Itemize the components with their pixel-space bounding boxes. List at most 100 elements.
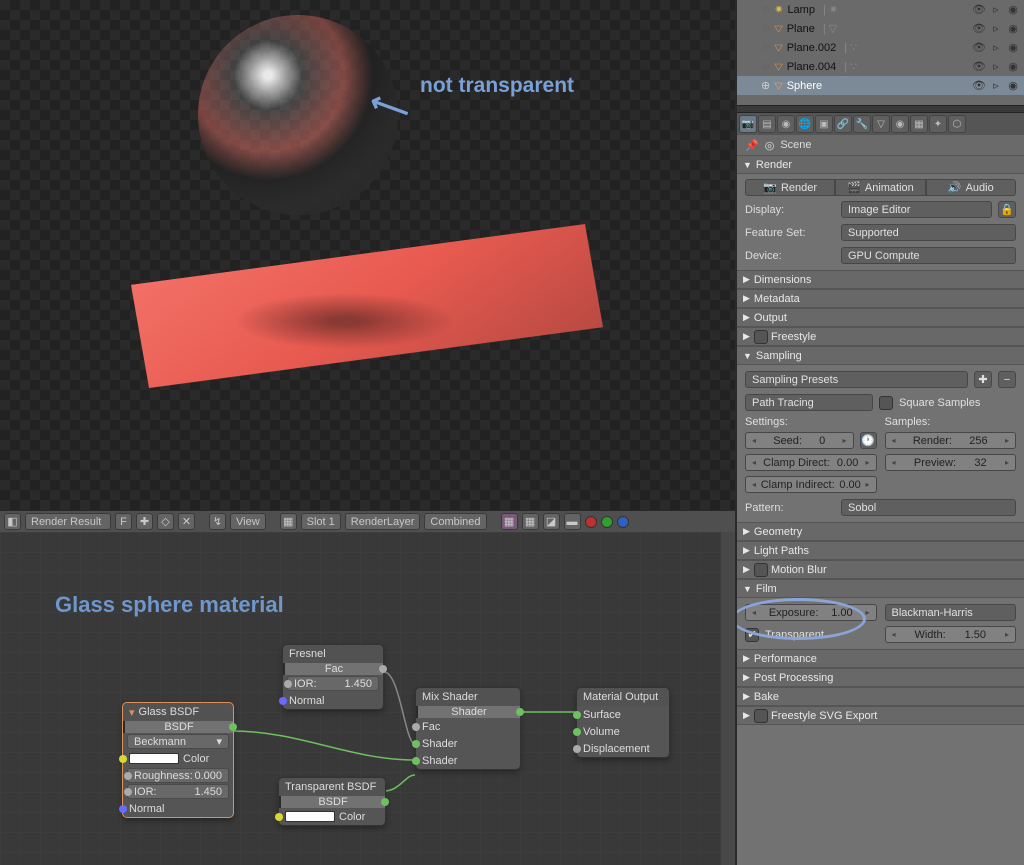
socket-out[interactable] <box>379 665 387 673</box>
channel-rgb-button[interactable]: ▦ <box>522 513 539 530</box>
panel-header-geometry[interactable]: ▶Geometry <box>737 522 1024 541</box>
tab-constraints[interactable]: 🔗 <box>834 115 852 133</box>
outliner-item-lamp[interactable]: ⊕✷Lamp| ✷ 👁▹◉ <box>737 0 1024 19</box>
render-icon[interactable]: ◉ <box>1006 3 1020 16</box>
socket-in[interactable] <box>119 755 127 763</box>
transparent-checkbox[interactable]: ✔ <box>745 628 759 642</box>
panel-header-output[interactable]: ▶Output <box>737 308 1024 327</box>
tab-render[interactable]: 📷 <box>739 115 757 133</box>
panel-header-metadata[interactable]: ▶Metadata <box>737 289 1024 308</box>
ior-value[interactable]: 1.450 <box>194 786 222 798</box>
socket-in[interactable] <box>412 723 420 731</box>
tab-render-layers[interactable]: ▤ <box>758 115 776 133</box>
audio-button[interactable]: 🔊Audio <box>926 179 1016 196</box>
freestyle-checkbox[interactable] <box>754 330 768 344</box>
panel-header-sampling[interactable]: ▼Sampling <box>737 346 1024 365</box>
node-glass-bsdf[interactable]: ▾Glass BSDF BSDF Beckmann▾ Color Roughne… <box>122 702 234 818</box>
tab-modifiers[interactable]: 🔧 <box>853 115 871 133</box>
color-swatch[interactable] <box>285 811 335 822</box>
select-icon[interactable]: ▹ <box>989 79 1003 92</box>
visibility-icon[interactable]: 👁 <box>972 41 986 54</box>
render-viewport[interactable]: not transparent ⟵ <box>0 0 735 510</box>
clamp-direct-field[interactable]: ◂Clamp Direct:0.00▸ <box>745 454 877 471</box>
socket-in[interactable] <box>119 805 127 813</box>
outliner-item-plane004[interactable]: ⊕▽Plane.004| ∵ 👁▹◉ <box>737 57 1024 76</box>
slot-dropdown[interactable]: Slot 1 <box>301 513 341 530</box>
seed-field[interactable]: ◂Seed:0▸ <box>745 432 854 449</box>
presets-dropdown[interactable]: Sampling Presets <box>745 371 968 388</box>
node-fresnel[interactable]: Fresnel Fac IOR:1.450 Normal <box>282 644 384 710</box>
socket-in[interactable] <box>573 728 581 736</box>
render-icon[interactable]: ◉ <box>1006 79 1020 92</box>
socket-out[interactable] <box>381 798 389 806</box>
panel-header-freestyle[interactable]: ▶ Freestyle <box>737 327 1024 346</box>
exposure-field[interactable]: ◂Exposure:1.00▸ <box>745 604 877 621</box>
select-icon[interactable]: ▹ <box>989 3 1003 16</box>
preset-add-button[interactable]: ✚ <box>974 371 992 388</box>
outliner-item-plane002[interactable]: ⊕▽Plane.002| ∵ 👁▹◉ <box>737 38 1024 57</box>
panel-header-performance[interactable]: ▶Performance <box>737 649 1024 668</box>
seed-clock-button[interactable]: 🕐 <box>860 432 877 449</box>
tab-texture[interactable]: ▦ <box>910 115 928 133</box>
device-dropdown[interactable]: GPU Compute <box>841 247 1016 264</box>
preset-remove-button[interactable]: − <box>998 371 1016 388</box>
socket-in[interactable] <box>124 772 132 780</box>
socket-in[interactable] <box>279 697 287 705</box>
filter-dropdown[interactable]: Blackman-Harris <box>885 604 1017 621</box>
distribution-dropdown[interactable]: Beckmann <box>134 736 186 748</box>
tab-scene[interactable]: ◉ <box>777 115 795 133</box>
panel-header-motionblur[interactable]: ▶ Motion Blur <box>737 560 1024 579</box>
cursor-icon[interactable]: ↯ <box>209 513 226 530</box>
render-icon[interactable]: ◉ <box>1006 41 1020 54</box>
display-dropdown[interactable]: Image Editor <box>841 201 992 218</box>
select-icon[interactable]: ▹ <box>989 22 1003 35</box>
integrator-dropdown[interactable]: Path Tracing <box>745 394 873 411</box>
outliner-item-sphere[interactable]: ⊕▽Sphere 👁▹◉ <box>737 76 1024 95</box>
socket-in[interactable] <box>573 745 581 753</box>
render-result-dropdown[interactable]: Render Result <box>25 513 111 530</box>
socket-in[interactable] <box>412 757 420 765</box>
panel-header-render[interactable]: ▼Render <box>737 155 1024 174</box>
freestylesvg-checkbox[interactable] <box>754 709 768 723</box>
preview-samples-field[interactable]: ◂Preview:32▸ <box>885 454 1017 471</box>
pass-dropdown[interactable]: Combined <box>424 513 486 530</box>
pin-button[interactable]: ◇ <box>157 513 174 530</box>
tab-material[interactable]: ◉ <box>891 115 909 133</box>
visibility-icon[interactable]: 👁 <box>972 3 986 16</box>
channel-rgba-button[interactable]: ▦ <box>501 513 518 530</box>
select-icon[interactable]: ▹ <box>989 60 1003 73</box>
channel-b-button[interactable] <box>617 516 629 528</box>
renderlayer-dropdown[interactable]: RenderLayer <box>345 513 421 530</box>
panel-header-film[interactable]: ▼Film <box>737 579 1024 598</box>
tab-object[interactable]: ▣ <box>815 115 833 133</box>
tab-data[interactable]: ▽ <box>872 115 890 133</box>
visibility-icon[interactable]: 👁 <box>972 79 986 92</box>
render-icon[interactable]: ◉ <box>1006 22 1020 35</box>
socket-in[interactable] <box>573 711 581 719</box>
panel-header-bake[interactable]: ▶Bake <box>737 687 1024 706</box>
node-mix-shader[interactable]: Mix Shader Shader Fac Shader Shader <box>415 687 521 770</box>
socket-out[interactable] <box>229 723 237 731</box>
visibility-icon[interactable]: 👁 <box>972 22 986 35</box>
color-swatch[interactable] <box>129 753 179 764</box>
width-field[interactable]: ◂Width:1.50▸ <box>885 626 1017 643</box>
panel-header-postprocessing[interactable]: ▶Post Processing <box>737 668 1024 687</box>
lock-button[interactable]: 🔒 <box>998 201 1016 218</box>
channel-g-button[interactable] <box>601 516 613 528</box>
motionblur-checkbox[interactable] <box>754 563 768 577</box>
socket-in[interactable] <box>412 740 420 748</box>
panel-header-lightpaths[interactable]: ▶Light Paths <box>737 541 1024 560</box>
tab-world[interactable]: 🌐 <box>796 115 814 133</box>
render-samples-field[interactable]: ◂Render:256▸ <box>885 432 1017 449</box>
tab-particles[interactable]: ✦ <box>929 115 947 133</box>
outliner-item-plane[interactable]: ⊕▽Plane| ▽ 👁▹◉ <box>737 19 1024 38</box>
editor-type-icon[interactable]: ◧ <box>4 513 21 530</box>
select-icon[interactable]: ▹ <box>989 41 1003 54</box>
channel-alpha-button[interactable]: ◪ <box>543 513 560 530</box>
node-editor[interactable]: Glass sphere material ▾Glass BSDF BSDF B… <box>0 532 735 865</box>
socket-in[interactable] <box>275 813 283 821</box>
outliner[interactable]: ⊕✷Lamp| ✷ 👁▹◉ ⊕▽Plane| ▽ 👁▹◉ ⊕▽Plane.002… <box>737 0 1024 105</box>
clamp-indirect-field[interactable]: ◂Clamp Indirect:0.00▸ <box>745 476 877 493</box>
ior-value[interactable]: 1.450 <box>344 678 372 690</box>
image-f-button[interactable]: F <box>115 513 132 530</box>
